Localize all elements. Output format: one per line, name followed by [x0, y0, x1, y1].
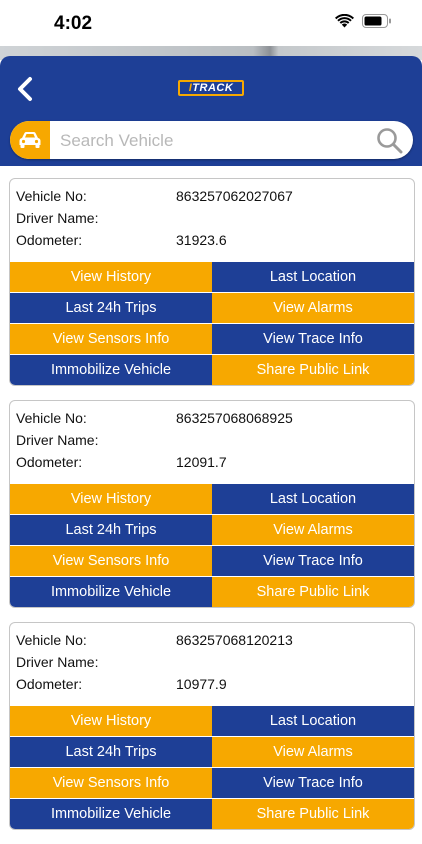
chevron-left-icon [18, 77, 32, 101]
odometer-label: Odometer: [16, 232, 83, 248]
last-location-button[interactable]: Last Location [212, 706, 414, 736]
view-alarms-button[interactable]: View Alarms [212, 737, 414, 767]
status-bar: 4:02 [0, 0, 422, 46]
last-24h-trips-button[interactable]: Last 24h Trips [10, 293, 212, 323]
vehicle-card: Vehicle No: 863257068120213 Driver Name: … [9, 622, 415, 830]
vehicle-actions: View History Last Location Last 24h Trip… [10, 262, 414, 385]
wifi-icon [335, 14, 354, 28]
driver-name-label: Driver Name: [16, 210, 99, 226]
last-location-button[interactable]: Last Location [212, 262, 414, 292]
driver-name-label: Driver Name: [16, 654, 99, 670]
view-sensors-info-button[interactable]: View Sensors Info [10, 768, 212, 798]
immobilize-vehicle-button[interactable]: Immobilize Vehicle [10, 799, 212, 829]
share-public-link-button[interactable]: Share Public Link [212, 577, 414, 607]
back-button[interactable] [10, 74, 40, 104]
vehicle-no-value: 863257068068925 [176, 410, 293, 426]
vehicle-actions: View History Last Location Last 24h Trip… [10, 484, 414, 607]
odometer-value: 12091.7 [176, 454, 227, 470]
immobilize-vehicle-button[interactable]: Immobilize Vehicle [10, 577, 212, 607]
driver-name-label: Driver Name: [16, 432, 99, 448]
view-trace-info-button[interactable]: View Trace Info [212, 768, 414, 798]
last-location-button[interactable]: Last Location [212, 484, 414, 514]
itrack-logo: I TRACK [178, 80, 244, 96]
view-trace-info-button[interactable]: View Trace Info [212, 546, 414, 576]
view-history-button[interactable]: View History [10, 484, 212, 514]
battery-icon [362, 14, 391, 28]
vehicle-no-label: Vehicle No: [16, 410, 87, 426]
status-time: 4:02 [54, 13, 93, 34]
share-public-link-button[interactable]: Share Public Link [212, 799, 414, 829]
vehicle-no-label: Vehicle No: [16, 188, 87, 204]
share-public-link-button[interactable]: Share Public Link [212, 355, 414, 385]
vehicle-card: Vehicle No: 863257062027067 Driver Name: … [9, 178, 415, 386]
search-bar [10, 121, 413, 159]
view-alarms-button[interactable]: View Alarms [212, 293, 414, 323]
odometer-value: 31923.6 [176, 232, 227, 248]
view-sensors-info-button[interactable]: View Sensors Info [10, 324, 212, 354]
vehicle-card: Vehicle No: 863257068068925 Driver Name: … [9, 400, 415, 608]
last-24h-trips-button[interactable]: Last 24h Trips [10, 737, 212, 767]
view-trace-info-button[interactable]: View Trace Info [212, 324, 414, 354]
immobilize-vehicle-button[interactable]: Immobilize Vehicle [10, 355, 212, 385]
odometer-label: Odometer: [16, 676, 83, 692]
view-sensors-info-button[interactable]: View Sensors Info [10, 546, 212, 576]
vehicle-filter-button[interactable] [10, 121, 50, 159]
view-history-button[interactable]: View History [10, 262, 212, 292]
vehicle-no-label: Vehicle No: [16, 632, 87, 648]
view-alarms-button[interactable]: View Alarms [212, 515, 414, 545]
vehicle-no-value: 863257068120213 [176, 632, 293, 648]
vehicle-no-value: 863257062027067 [176, 188, 293, 204]
car-icon [19, 132, 41, 148]
search-icon[interactable] [376, 127, 403, 154]
search-input[interactable] [58, 127, 372, 155]
vehicle-list: Vehicle No: 863257062027067 Driver Name: … [9, 178, 415, 844]
vehicle-actions: View History Last Location Last 24h Trip… [10, 706, 414, 829]
odometer-value: 10977.9 [176, 676, 227, 692]
odometer-label: Odometer: [16, 454, 83, 470]
view-history-button[interactable]: View History [10, 706, 212, 736]
last-24h-trips-button[interactable]: Last 24h Trips [10, 515, 212, 545]
